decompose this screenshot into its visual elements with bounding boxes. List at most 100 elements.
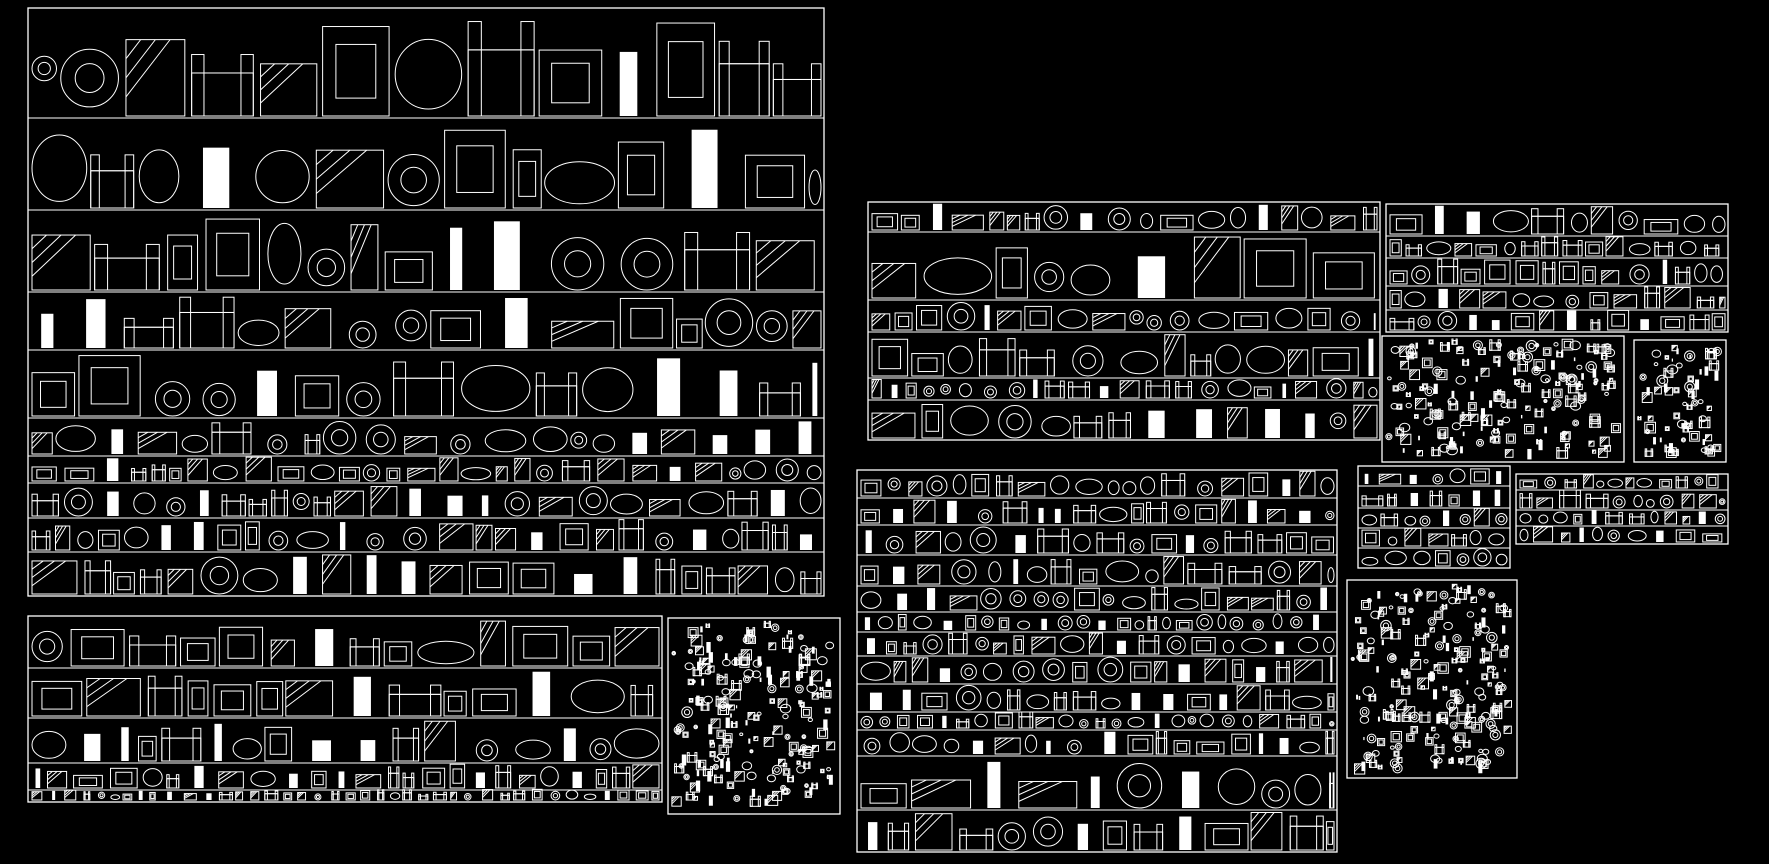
solid-block-icon [107, 491, 119, 516]
cad-block-library-drawing [0, 0, 1769, 864]
solid-block-icon [1038, 507, 1044, 523]
solid-block-icon [745, 720, 748, 726]
solid-block-icon [1462, 431, 1465, 437]
sofa-arm [1380, 764, 1383, 770]
solid-block-icon [1099, 386, 1109, 398]
sofa-arm [1496, 427, 1499, 434]
solid-block-icon [669, 466, 681, 481]
solid-block-icon [696, 770, 700, 777]
solid-block-icon [1489, 400, 1493, 408]
solid-block-icon [706, 642, 711, 653]
solid-block-icon [1364, 473, 1369, 484]
solid-block-icon [315, 629, 334, 666]
sofa-arm [1637, 416, 1639, 421]
sofa-arm [820, 692, 823, 698]
solid-block-icon [475, 772, 485, 788]
solid-block-icon [1480, 415, 1483, 421]
solid-block-icon [809, 787, 813, 796]
sofa-arm [790, 630, 793, 635]
solid-block-icon [1181, 771, 1200, 808]
solid-block-icon [1449, 437, 1454, 445]
solid-block-icon [401, 561, 416, 594]
solid-block-icon [1497, 360, 1501, 367]
solid-block-icon [1077, 823, 1089, 850]
solid-block-icon [1046, 740, 1051, 754]
solid-block-icon [1467, 585, 1471, 595]
sofa-arm [1427, 402, 1430, 407]
sofa-arm [819, 686, 822, 691]
solid-block-icon [1573, 357, 1576, 362]
solid-block-icon [939, 668, 951, 682]
solid-block-icon [206, 793, 212, 800]
solid-block-icon [1433, 383, 1438, 394]
solid-block-icon [138, 790, 143, 800]
solid-block-icon [1418, 435, 1420, 441]
solid-block-icon [1313, 614, 1319, 630]
solid-block-icon [1460, 760, 1462, 765]
solid-block-icon [1436, 713, 1441, 724]
sofa-arm [705, 623, 708, 628]
solid-block-icon [574, 573, 593, 594]
solid-block-icon [691, 129, 718, 208]
sofa-arm [1427, 632, 1430, 638]
solid-block-icon [786, 634, 789, 640]
solid-block-icon [1433, 759, 1438, 769]
solid-block-icon [712, 435, 728, 454]
solid-block-icon [41, 313, 54, 348]
solid-block-icon [972, 740, 984, 754]
solid-block-icon [891, 384, 898, 398]
solid-block-icon [1258, 204, 1268, 230]
solid-block-icon [1363, 736, 1365, 741]
solid-block-icon [1054, 508, 1061, 523]
solid-block-icon [1179, 816, 1192, 850]
solid-block-icon [708, 652, 713, 663]
solid-block-icon [1080, 213, 1093, 230]
solid-block-icon [947, 500, 957, 523]
solid-block-icon [1480, 426, 1483, 431]
solid-block-icon [531, 532, 543, 550]
solid-block-icon [214, 723, 222, 761]
solid-block-icon [1662, 259, 1668, 284]
sofa-arm [825, 681, 828, 687]
solid-block-icon [409, 488, 421, 516]
sofa-arm [787, 630, 790, 635]
solid-block-icon [1368, 338, 1374, 376]
solid-block-icon [1502, 625, 1506, 634]
sofa-arm [1479, 658, 1482, 664]
solid-block-icon [1433, 689, 1438, 700]
solid-block-icon [1581, 373, 1584, 380]
solid-block-icon [1466, 680, 1469, 685]
solid-block-icon [1415, 342, 1418, 349]
solid-block-icon [1116, 640, 1126, 654]
solid-block-icon [1305, 413, 1315, 438]
solid-block-icon [1469, 314, 1477, 330]
solid-block-icon [1527, 448, 1532, 460]
solid-block-icon [1410, 492, 1419, 506]
sofa-arm [1497, 389, 1499, 394]
solid-block-icon [755, 429, 771, 454]
solid-block-icon [1504, 668, 1506, 672]
solid-block-icon [1551, 360, 1555, 370]
solid-block-icon [1373, 313, 1376, 330]
solid-block-icon [1196, 409, 1213, 438]
sofa-arm [1332, 772, 1335, 809]
solid-block-icon [1445, 642, 1450, 652]
solid-block-icon [734, 657, 738, 666]
solid-block-icon [1381, 639, 1384, 646]
solid-block-icon [111, 429, 124, 454]
solid-block-icon [632, 432, 648, 454]
sofa-arm [1377, 764, 1380, 770]
solid-block-icon [1279, 737, 1289, 754]
solid-block-icon [943, 620, 953, 630]
solid-block-icon [52, 790, 56, 800]
solid-block-icon [1451, 390, 1455, 398]
solid-block-icon [1434, 205, 1444, 234]
sofa-arm [1639, 416, 1642, 421]
solid-block-icon [730, 713, 732, 718]
solid-block-icon [1377, 716, 1380, 722]
solid-block-icon [353, 676, 371, 716]
solid-block-icon [366, 555, 377, 594]
sofa-arm [1441, 603, 1444, 610]
solid-block-icon [720, 759, 724, 769]
solid-block-icon [572, 771, 582, 788]
